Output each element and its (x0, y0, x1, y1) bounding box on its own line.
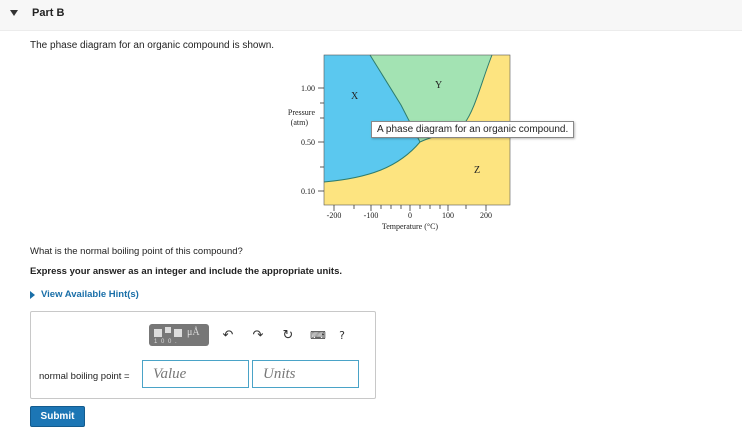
hints-label: View Available Hint(s) (41, 289, 139, 300)
keyboard-icon[interactable]: ⌨ (307, 324, 329, 346)
template-fragment-glyph: 1 0 0 . (154, 339, 178, 345)
y-tick-010: 0.10 (301, 187, 315, 196)
help-button[interactable]: ? (331, 324, 353, 346)
answer-label: normal boiling point = (39, 371, 130, 382)
y-axis-label-2: (atm) (291, 118, 309, 127)
instructions-text: Express your answer as an integer and in… (30, 266, 343, 277)
math-toolbar: μÅ 1 0 0 . ↶ ↷ ↻ ⌨ ? (149, 322, 353, 348)
units-input[interactable]: Units (252, 360, 359, 388)
x-tick-neg100: -100 (364, 211, 379, 220)
answer-box: μÅ 1 0 0 . ↶ ↷ ↻ ⌨ ? normal boiling poin… (30, 311, 376, 399)
region-y-label: Y (435, 80, 442, 91)
region-x-label: X (351, 91, 359, 102)
y-tick-1: 1.00 (301, 84, 315, 93)
x-axis-label: Temperature (°C) (382, 222, 439, 231)
expand-triangle-icon (30, 290, 35, 299)
x-tick-0: 0 (408, 211, 412, 220)
diagram-tooltip: A phase diagram for an organic compound. (371, 121, 575, 138)
x-tick-200: 200 (480, 211, 492, 220)
units-template-glyph: μÅ (187, 327, 200, 338)
x-tick-100: 100 (442, 211, 454, 220)
phase-diagram: 1.00 0.50 0.10 Pressure (atm) -200 -100 … (270, 50, 630, 240)
templates-icon[interactable]: μÅ 1 0 0 . (149, 324, 209, 346)
part-header[interactable]: Part B (0, 0, 742, 31)
region-z-label: Z (474, 165, 480, 176)
x-tick-neg200: -200 (327, 211, 342, 220)
value-input[interactable]: Value (142, 360, 249, 388)
y-axis-label-1: Pressure (288, 108, 316, 117)
undo-arrow-icon[interactable]: ↶ (217, 324, 239, 346)
phase-diagram-svg: 1.00 0.50 0.10 Pressure (atm) -200 -100 … (288, 54, 511, 231)
y-tick-050: 0.50 (301, 138, 315, 147)
question-text: What is the normal boiling point of this… (30, 246, 243, 257)
redo-arrow-icon[interactable]: ↷ (247, 324, 269, 346)
collapse-caret-icon[interactable] (10, 10, 18, 16)
view-hints-link[interactable]: View Available Hint(s) (30, 289, 139, 300)
part-title: Part B (32, 7, 65, 19)
submit-button[interactable]: Submit (30, 406, 85, 427)
intro-text: The phase diagram for an organic compoun… (30, 40, 275, 51)
reset-icon[interactable]: ↻ (277, 324, 299, 346)
